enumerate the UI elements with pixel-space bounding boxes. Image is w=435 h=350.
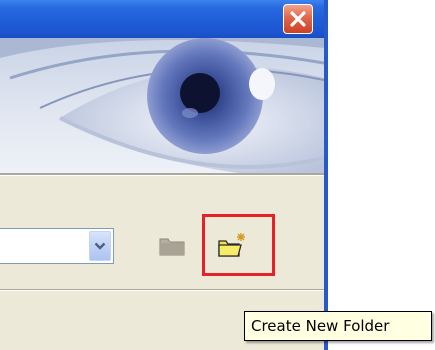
title-bar[interactable] (0, 0, 324, 38)
chevron-down-icon (94, 242, 106, 250)
bottom-separator (0, 289, 324, 291)
close-button[interactable] (283, 4, 313, 34)
eye-banner-image (0, 38, 324, 173)
folder-up-icon (159, 238, 185, 256)
banner-separator (0, 173, 324, 176)
look-in-dropdown[interactable] (0, 228, 114, 264)
up-one-level-button[interactable] (152, 225, 192, 265)
dropdown-arrow-button[interactable] (89, 231, 111, 261)
tooltip: Create New Folder (244, 311, 432, 341)
dialog-window (0, 0, 328, 350)
highlight-box (202, 214, 275, 276)
close-icon (290, 11, 306, 27)
